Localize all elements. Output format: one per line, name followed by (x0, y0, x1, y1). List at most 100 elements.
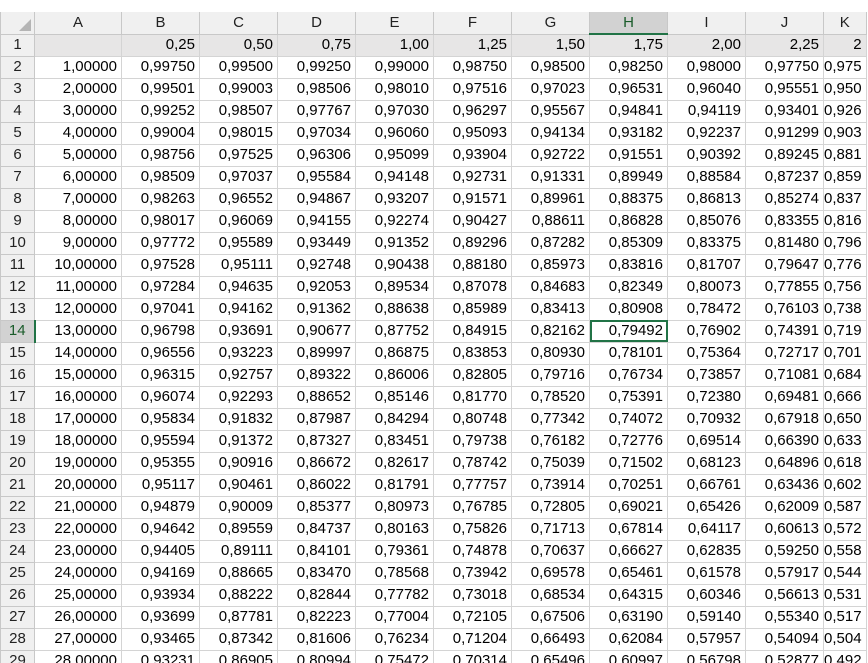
cell-h14[interactable]: 0,79492 (589, 319, 668, 343)
cell-a1[interactable] (34, 33, 122, 57)
cell-h26[interactable]: 0,64315 (589, 583, 668, 607)
cell-d20[interactable]: 0,86672 (277, 451, 356, 475)
cell-e24[interactable]: 0,79361 (355, 539, 434, 563)
cell-a6[interactable]: 5,00000 (34, 143, 122, 167)
cell-h25[interactable]: 0,65461 (589, 561, 668, 585)
row-header[interactable]: 21 (0, 473, 35, 497)
cell-h16[interactable]: 0,76734 (589, 363, 668, 387)
cell-b11[interactable]: 0,97528 (121, 253, 200, 277)
cell-g29[interactable]: 0,65496 (511, 649, 590, 663)
cell-c3[interactable]: 0,99003 (199, 77, 278, 101)
cell-f18[interactable]: 0,80748 (433, 407, 512, 431)
cell-e28[interactable]: 0,76234 (355, 627, 434, 651)
cell-b12[interactable]: 0,97284 (121, 275, 200, 299)
cell-h22[interactable]: 0,69021 (589, 495, 668, 519)
cell-e5[interactable]: 0,96060 (355, 121, 434, 145)
cell-i13[interactable]: 0,78472 (667, 297, 746, 321)
cell-d14[interactable]: 0,90677 (277, 319, 356, 343)
cell-c25[interactable]: 0,88665 (199, 561, 278, 585)
cell-i21[interactable]: 0,66761 (667, 473, 746, 497)
cell-b26[interactable]: 0,93934 (121, 583, 200, 607)
cell-a8[interactable]: 7,00000 (34, 187, 122, 211)
cell-k18[interactable]: 0,650 (823, 407, 867, 431)
cell-g2[interactable]: 0,98500 (511, 55, 590, 79)
cell-f3[interactable]: 0,97516 (433, 77, 512, 101)
cell-i22[interactable]: 0,65426 (667, 495, 746, 519)
cell-b15[interactable]: 0,96556 (121, 341, 200, 365)
cell-h4[interactable]: 0,94841 (589, 99, 668, 123)
cell-h20[interactable]: 0,71502 (589, 451, 668, 475)
cell-g18[interactable]: 0,77342 (511, 407, 590, 431)
cell-i17[interactable]: 0,72380 (667, 385, 746, 409)
cell-e9[interactable]: 0,92274 (355, 209, 434, 233)
cell-i1[interactable]: 2,00 (667, 33, 746, 57)
cell-e16[interactable]: 0,86006 (355, 363, 434, 387)
row-header[interactable]: 12 (0, 275, 35, 299)
cell-a22[interactable]: 21,00000 (34, 495, 122, 519)
column-header-g[interactable]: G (511, 12, 590, 35)
cell-a5[interactable]: 4,00000 (34, 121, 122, 145)
cell-j14[interactable]: 0,74391 (745, 319, 824, 343)
cell-d12[interactable]: 0,92053 (277, 275, 356, 299)
cell-f12[interactable]: 0,87078 (433, 275, 512, 299)
row-header[interactable]: 26 (0, 583, 35, 607)
cell-j24[interactable]: 0,59250 (745, 539, 824, 563)
cell-e2[interactable]: 0,99000 (355, 55, 434, 79)
row-header[interactable]: 5 (0, 121, 35, 145)
cell-e15[interactable]: 0,86875 (355, 341, 434, 365)
cell-e11[interactable]: 0,90438 (355, 253, 434, 277)
cell-b8[interactable]: 0,98263 (121, 187, 200, 211)
cell-h24[interactable]: 0,66627 (589, 539, 668, 563)
row-header[interactable]: 17 (0, 385, 35, 409)
cell-k11[interactable]: 0,776 (823, 253, 867, 277)
cell-i7[interactable]: 0,88584 (667, 165, 746, 189)
cell-e10[interactable]: 0,91352 (355, 231, 434, 255)
cell-f25[interactable]: 0,73942 (433, 561, 512, 585)
cell-h23[interactable]: 0,67814 (589, 517, 668, 541)
cell-f29[interactable]: 0,70314 (433, 649, 512, 663)
row-header[interactable]: 10 (0, 231, 35, 255)
cell-c24[interactable]: 0,89111 (199, 539, 278, 563)
cell-i28[interactable]: 0,57957 (667, 627, 746, 651)
cell-h19[interactable]: 0,72776 (589, 429, 668, 453)
cell-d19[interactable]: 0,87327 (277, 429, 356, 453)
cell-f15[interactable]: 0,83853 (433, 341, 512, 365)
cell-j6[interactable]: 0,89245 (745, 143, 824, 167)
cell-j19[interactable]: 0,66390 (745, 429, 824, 453)
cell-e6[interactable]: 0,95099 (355, 143, 434, 167)
row-header[interactable]: 25 (0, 561, 35, 585)
cell-d23[interactable]: 0,84737 (277, 517, 356, 541)
cell-d17[interactable]: 0,88652 (277, 385, 356, 409)
cell-h5[interactable]: 0,93182 (589, 121, 668, 145)
cell-f14[interactable]: 0,84915 (433, 319, 512, 343)
cell-a9[interactable]: 8,00000 (34, 209, 122, 233)
cell-b16[interactable]: 0,96315 (121, 363, 200, 387)
row-header[interactable]: 27 (0, 605, 35, 629)
row-header[interactable]: 29 (0, 649, 35, 663)
cell-e8[interactable]: 0,93207 (355, 187, 434, 211)
cell-g21[interactable]: 0,73914 (511, 473, 590, 497)
cell-f24[interactable]: 0,74878 (433, 539, 512, 563)
cell-e14[interactable]: 0,87752 (355, 319, 434, 343)
cell-j13[interactable]: 0,76103 (745, 297, 824, 321)
cell-e17[interactable]: 0,85146 (355, 385, 434, 409)
cell-d29[interactable]: 0,80994 (277, 649, 356, 663)
cell-a29[interactable]: 28,00000 (34, 649, 122, 663)
cell-f17[interactable]: 0,81770 (433, 385, 512, 409)
cell-g20[interactable]: 0,75039 (511, 451, 590, 475)
cell-h13[interactable]: 0,80908 (589, 297, 668, 321)
cell-d1[interactable]: 0,75 (277, 33, 356, 57)
cell-c2[interactable]: 0,99500 (199, 55, 278, 79)
cell-c1[interactable]: 0,50 (199, 33, 278, 57)
cell-h2[interactable]: 0,98250 (589, 55, 668, 79)
cell-g1[interactable]: 1,50 (511, 33, 590, 57)
cell-d11[interactable]: 0,92748 (277, 253, 356, 277)
row-header[interactable]: 15 (0, 341, 35, 365)
cell-f16[interactable]: 0,82805 (433, 363, 512, 387)
cell-f21[interactable]: 0,77757 (433, 473, 512, 497)
cell-b27[interactable]: 0,93699 (121, 605, 200, 629)
cell-f9[interactable]: 0,90427 (433, 209, 512, 233)
cell-c20[interactable]: 0,90916 (199, 451, 278, 475)
cell-k25[interactable]: 0,544 (823, 561, 867, 585)
cell-d24[interactable]: 0,84101 (277, 539, 356, 563)
